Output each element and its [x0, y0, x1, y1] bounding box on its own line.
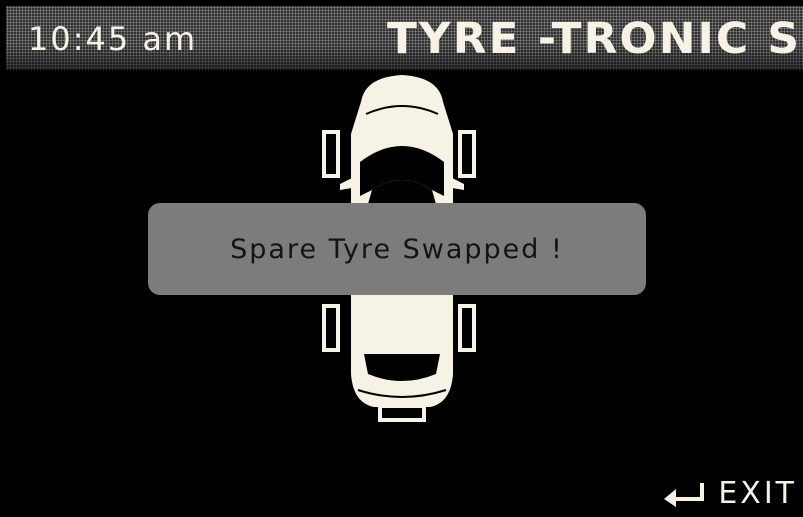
brand-title: TYRE -TRONIC S — [387, 14, 802, 64]
enter-return-icon — [664, 482, 705, 507]
clock-time: 10:45 am — [28, 20, 198, 58]
tyre-monitor-screen: 10:45 am TYRE -TRONIC S Spare Tyre Swapp… — [0, 0, 803, 517]
popup-message: Spare Tyre Swapped ! — [230, 233, 564, 265]
front-right-tyre-icon — [458, 130, 476, 178]
front-left-tyre-icon — [322, 130, 340, 178]
rear-left-tyre-icon — [322, 304, 340, 352]
exit-label: EXIT — [718, 476, 797, 511]
rear-right-tyre-icon — [458, 304, 476, 352]
spare-tyre-icon — [378, 404, 426, 422]
exit-button[interactable]: EXIT — [660, 476, 797, 511]
notification-popup: Spare Tyre Swapped ! — [148, 203, 646, 295]
header-bar: 10:45 am TYRE -TRONIC S — [6, 6, 803, 70]
